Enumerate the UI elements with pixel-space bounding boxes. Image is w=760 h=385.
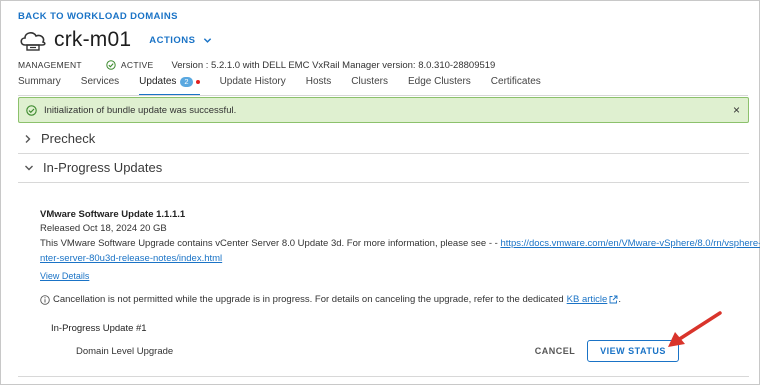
tab-services[interactable]: Services <box>81 76 119 96</box>
tab-label: Updates <box>139 76 177 87</box>
title-row: crk-m01 ACTIONS <box>18 26 212 54</box>
chevron-down-icon <box>203 37 211 43</box>
cloud-domain-icon <box>20 32 46 51</box>
tab-update-history[interactable]: Update History <box>220 76 286 96</box>
section-divider <box>18 182 749 183</box>
in-progress-heading: In-Progress Updates <box>43 160 163 175</box>
view-details-link[interactable]: View Details <box>40 271 89 281</box>
release-notes-link-cont: nter-server-80u3d-release-notes/index.ht… <box>40 253 222 264</box>
updates-count-badge: 2 <box>180 77 193 87</box>
in-progress-update-title: In-Progress Update #1 <box>51 323 147 334</box>
domain-type: MANAGEMENT <box>18 60 82 70</box>
cancel-button[interactable]: CANCEL <box>526 340 584 362</box>
release-notes-link[interactable]: https://docs.vmware.com/en/VMware-vSpher… <box>500 238 760 249</box>
actions-dropdown[interactable]: ACTIONS <box>149 35 211 46</box>
in-progress-section-toggle[interactable]: In-Progress Updates <box>24 160 162 175</box>
description-text: This VMware Software Upgrade contains vC… <box>40 238 501 249</box>
tab-bar: Summary Services Updates 2 Update Histor… <box>18 76 561 96</box>
tab-edge-clusters[interactable]: Edge Clusters <box>408 76 471 96</box>
chevron-right-icon <box>25 134 31 143</box>
kb-suffix: . <box>618 294 621 305</box>
domain-meta: MANAGEMENT ACTIVE Version : 5.2.1.0 with… <box>18 59 495 71</box>
info-icon <box>40 294 50 305</box>
release-notes-link-line2[interactable]: nter-server-80u3d-release-notes/index.ht… <box>40 253 222 264</box>
actions-label: ACTIONS <box>149 34 196 46</box>
external-link-icon[interactable] <box>609 295 618 304</box>
version-text: Version : 5.2.1.0 with DELL EMC VxRail M… <box>171 59 496 71</box>
tab-label: Certificates <box>490 76 541 87</box>
notification-dot-icon <box>195 80 200 84</box>
alert-message: Initialization of bundle update was succ… <box>44 104 237 116</box>
tab-hosts[interactable]: Hosts <box>306 76 332 96</box>
view-details-text: View Details <box>40 271 90 281</box>
update-name: VMware Software Update 1.1.1.1 <box>40 209 186 220</box>
tab-label: Hosts <box>305 76 332 87</box>
close-icon[interactable]: × <box>733 104 740 116</box>
tab-label: Services <box>80 76 120 87</box>
section-divider <box>18 153 749 154</box>
success-alert: Initialization of bundle update was succ… <box>18 97 749 123</box>
bottom-divider <box>18 376 749 377</box>
chevron-down-icon <box>25 165 33 170</box>
tab-label: Update History <box>219 76 286 87</box>
update-description: This VMware Software Upgrade contains vC… <box>40 238 760 249</box>
tab-updates[interactable]: Updates 2 <box>139 76 200 96</box>
annotation-arrow-icon <box>668 311 722 347</box>
cancellation-note: Cancellation is not permitted while the … <box>40 294 621 305</box>
check-circle-icon <box>106 60 116 70</box>
status-text: ACTIVE <box>120 60 154 70</box>
status-badge: ACTIVE <box>106 60 154 70</box>
tab-label: Summary <box>18 76 61 87</box>
success-check-icon <box>26 104 37 116</box>
tab-label: Clusters <box>351 76 388 87</box>
page-title: crk-m01 <box>54 28 132 51</box>
cancellation-text: Cancellation is not permitted while the … <box>53 294 564 305</box>
update-released: Released Oct 18, 2024 20 GB <box>40 223 167 234</box>
back-to-workload-domains-link[interactable]: BACK TO WORKLOAD DOMAINS <box>18 11 178 22</box>
kb-article-link[interactable]: KB article <box>567 294 608 305</box>
precheck-heading: Precheck <box>41 131 96 146</box>
tab-clusters[interactable]: Clusters <box>351 76 388 96</box>
upgrade-level: Domain Level Upgrade <box>76 346 174 357</box>
tab-summary[interactable]: Summary <box>18 76 61 96</box>
tab-certificates[interactable]: Certificates <box>491 76 541 96</box>
tabs-divider <box>18 95 748 96</box>
tab-label: Edge Clusters <box>407 76 471 87</box>
precheck-section-toggle[interactable]: Precheck <box>24 131 95 146</box>
